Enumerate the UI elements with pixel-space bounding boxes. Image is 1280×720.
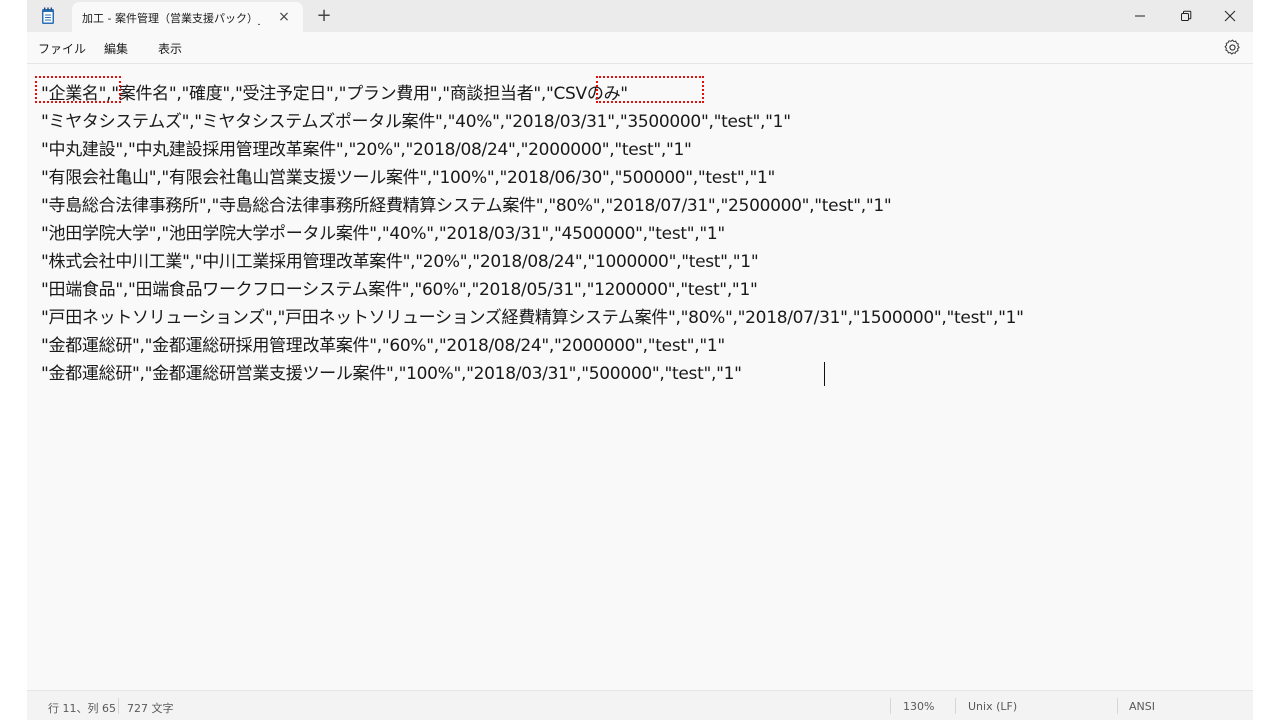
- restore-button[interactable]: [1163, 0, 1209, 32]
- status-bar: 行 11、列 65 727 文字 130% Unix (LF) ANSI: [27, 690, 1253, 720]
- zoom-level[interactable]: 130%: [903, 700, 934, 713]
- text-line: "池田学院大学","池田学院大学ポータル案件","40%","2018/03/3…: [41, 224, 725, 244]
- close-window-button[interactable]: [1207, 0, 1253, 32]
- line-ending[interactable]: Unix (LF): [968, 700, 1017, 713]
- highlight-csv-only: [596, 76, 704, 103]
- tab-title: 加工 - 案件管理（営業支援パック）_1: [82, 12, 260, 25]
- close-icon: [1224, 10, 1236, 22]
- menu-edit[interactable]: 編集: [104, 40, 128, 57]
- text-line: "戸田ネットソリューションズ","戸田ネットソリューションズ経費精算システム案件…: [41, 308, 1024, 328]
- text-line: "株式会社中川工業","中川工業採用管理改革案件","20%","2018/08…: [41, 252, 759, 272]
- text-line: "寺島総合法律事務所","寺島総合法律事務所経費精算システム案件","80%",…: [41, 196, 892, 216]
- title-bar: 加工 - 案件管理（営業支援パック）_1 × +: [27, 0, 1253, 32]
- close-tab-icon[interactable]: ×: [276, 9, 292, 25]
- text-line: "金都運総研","金都運総研採用管理改革案件","60%","2018/08/2…: [41, 336, 725, 356]
- menu-bar: ファイル 編集 表示: [27, 32, 1253, 64]
- character-count: 727 文字: [127, 702, 174, 715]
- status-divider: [1117, 698, 1118, 714]
- cursor-position: 行 11、列 65: [48, 702, 116, 715]
- gear-icon[interactable]: [1224, 39, 1241, 56]
- minimize-icon: [1135, 15, 1145, 17]
- status-divider: [890, 698, 891, 714]
- status-divider: [118, 698, 119, 714]
- encoding[interactable]: ANSI: [1129, 700, 1155, 713]
- text-line: "田端食品","田端食品ワークフローシステム案件","60%","2018/05…: [41, 280, 758, 300]
- new-tab-button[interactable]: +: [314, 6, 334, 26]
- notepad-app-icon: [42, 7, 54, 24]
- text-editor[interactable]: "企業名","案件名","確度","受注予定日","プラン費用","商談担当者"…: [27, 64, 1253, 690]
- text-caret: [824, 362, 825, 386]
- highlight-company-name: [35, 76, 121, 103]
- minimize-button[interactable]: [1117, 0, 1163, 32]
- text-line: "ミヤタシステムズ","ミヤタシステムズポータル案件","40%","2018/…: [41, 112, 791, 132]
- menu-view[interactable]: 表示: [158, 40, 182, 57]
- notepad-window: 加工 - 案件管理（営業支援パック）_1 × + ファイル 編集 表示 "企業名…: [27, 0, 1253, 720]
- tab-document[interactable]: 加工 - 案件管理（営業支援パック）_1 ×: [72, 2, 303, 32]
- text-line: "中丸建設","中丸建設採用管理改革案件","20%","2018/08/24"…: [41, 140, 692, 160]
- text-line: "企業名","案件名","確度","受注予定日","プラン費用","商談担当者"…: [41, 84, 628, 104]
- restore-icon: [1181, 10, 1192, 21]
- text-line: "金都運総研","金都運総研営業支援ツール案件","100%","2018/03…: [41, 364, 742, 384]
- status-divider: [955, 698, 956, 714]
- menu-file[interactable]: ファイル: [38, 40, 86, 57]
- text-line: "有限会社亀山","有限会社亀山営業支援ツール案件","100%","2018/…: [41, 168, 776, 188]
